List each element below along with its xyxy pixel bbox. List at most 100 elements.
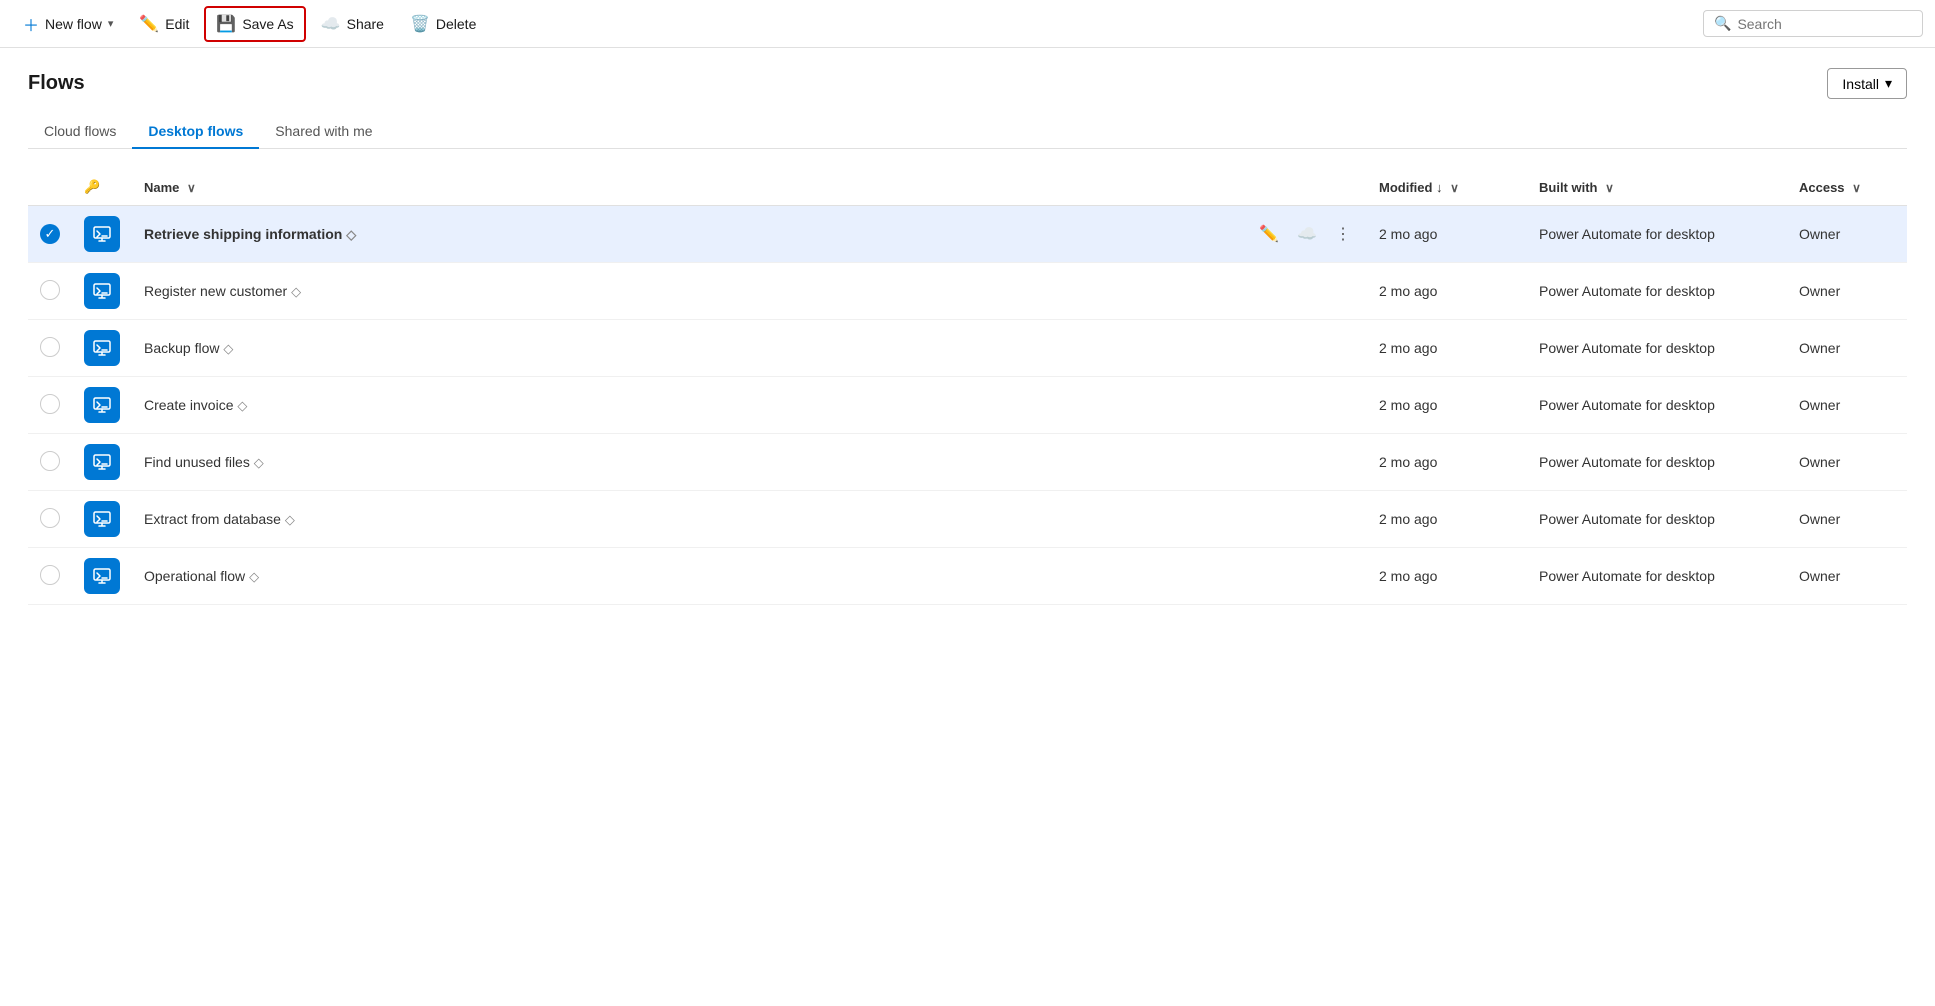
row-flow-icon (72, 206, 132, 263)
share-button[interactable]: ☁️ Share (310, 7, 395, 41)
col-header-modified[interactable]: Modified ↓ ∨ (1367, 169, 1527, 206)
check-empty-icon (40, 394, 60, 414)
table-row[interactable]: Create invoice ◇2 mo agoPower Automate f… (28, 377, 1907, 434)
check-empty-icon (40, 451, 60, 471)
row-flow-icon (72, 377, 132, 434)
search-input[interactable] (1737, 16, 1912, 32)
delete-icon: 🗑️ (410, 14, 430, 34)
row-action-buttons: ✏️ ☁️ ⋮ (1255, 222, 1355, 246)
sort-built-icon: ∨ (1605, 181, 1614, 195)
check-empty-icon (40, 280, 60, 300)
desktop-flow-icon (84, 273, 120, 309)
row-access: Owner (1787, 548, 1907, 605)
flow-name-text: Extract from database ◇ (144, 511, 295, 527)
table-row[interactable]: Operational flow ◇2 mo agoPower Automate… (28, 548, 1907, 605)
sort-access-icon: ∨ (1852, 181, 1861, 195)
row-built-with: Power Automate for desktop (1527, 377, 1787, 434)
edit-label: Edit (165, 16, 189, 32)
desktop-flow-icon (84, 501, 120, 537)
edit-button[interactable]: ✏️ Edit (128, 7, 200, 41)
row-flow-icon (72, 320, 132, 377)
save-as-icon: 💾 (216, 14, 236, 34)
row-access: Owner (1787, 377, 1907, 434)
row-built-with: Power Automate for desktop (1527, 548, 1787, 605)
row-name[interactable]: Find unused files ◇ (132, 434, 1367, 491)
plus-icon: ＋ (23, 12, 39, 36)
new-flow-label: New flow (45, 16, 102, 32)
row-checkbox[interactable] (28, 548, 72, 605)
row-name[interactable]: Create invoice ◇ (132, 377, 1367, 434)
row-checkbox[interactable] (28, 377, 72, 434)
row-checkbox[interactable] (28, 320, 72, 377)
desktop-flow-icon (84, 387, 120, 423)
flow-name-text: Backup flow ◇ (144, 340, 233, 356)
tab-desktop-flows[interactable]: Desktop flows (132, 115, 259, 149)
page-title: Flows (28, 72, 85, 95)
row-modified: 2 mo ago (1367, 206, 1527, 263)
row-built-with: Power Automate for desktop (1527, 206, 1787, 263)
col-header-built-with[interactable]: Built with ∨ (1527, 169, 1787, 206)
table-row[interactable]: Register new customer ◇2 mo agoPower Aut… (28, 263, 1907, 320)
row-modified: 2 mo ago (1367, 434, 1527, 491)
row-name[interactable]: Backup flow ◇ (132, 320, 1367, 377)
row-more-button[interactable]: ⋮ (1331, 222, 1355, 246)
table-row[interactable]: Extract from database ◇2 mo agoPower Aut… (28, 491, 1907, 548)
premium-icon: ◇ (237, 398, 247, 413)
sort-modified-icon: ∨ (1450, 181, 1459, 195)
premium-icon: ◇ (249, 569, 259, 584)
row-checkbox[interactable] (28, 263, 72, 320)
delete-label: Delete (436, 16, 476, 32)
row-name[interactable]: Register new customer ◇ (132, 263, 1367, 320)
row-access: Owner (1787, 206, 1907, 263)
row-flow-icon (72, 548, 132, 605)
desktop-flow-icon (84, 444, 120, 480)
check-empty-icon (40, 337, 60, 357)
row-checkbox[interactable]: ✓ (28, 206, 72, 263)
row-access: Owner (1787, 320, 1907, 377)
table-header-row: 🔑 Name ∨ Modified ↓ ∨ Built with ∨ Acces… (28, 169, 1907, 206)
row-checkbox[interactable] (28, 491, 72, 548)
flows-table: 🔑 Name ∨ Modified ↓ ∨ Built with ∨ Acces… (28, 169, 1907, 605)
tab-shared-with-me[interactable]: Shared with me (259, 115, 388, 149)
row-flow-icon (72, 263, 132, 320)
save-as-button[interactable]: 💾 Save As (204, 6, 305, 42)
tab-cloud-flows[interactable]: Cloud flows (28, 115, 132, 149)
table-row[interactable]: Find unused files ◇ 2 mo agoPower Automat… (28, 434, 1907, 491)
col-header-name[interactable]: Name ∨ (132, 169, 1367, 206)
delete-button[interactable]: 🗑️ Delete (399, 7, 487, 41)
row-name[interactable]: Retrieve shipping information ◇ ✏️ ☁️ ⋮ (132, 206, 1367, 263)
table-row[interactable]: ✓ Retrieve shipping information ◇ ✏️ ☁️ … (28, 206, 1907, 263)
main-content: Flows Install ▾ Cloud flows Desktop flow… (0, 48, 1935, 625)
row-checkbox[interactable] (28, 434, 72, 491)
premium-icon: ◇ (223, 341, 233, 356)
row-share-button[interactable]: ☁️ (1293, 222, 1321, 246)
desktop-flow-icon (84, 216, 120, 252)
row-name[interactable]: Extract from database ◇ (132, 491, 1367, 548)
row-access: Owner (1787, 263, 1907, 320)
flow-name-text: Create invoice ◇ (144, 397, 247, 413)
premium-icon: ◇ (291, 284, 301, 299)
row-built-with: Power Automate for desktop (1527, 434, 1787, 491)
row-modified: 2 mo ago (1367, 320, 1527, 377)
row-modified: 2 mo ago (1367, 263, 1527, 320)
edit-icon: ✏️ (139, 14, 159, 34)
flow-name-text: Find unused files ◇ (144, 454, 264, 470)
search-area: 🔍 (1703, 10, 1923, 37)
check-selected-icon: ✓ (40, 224, 60, 244)
premium-icon: ◇ (254, 455, 264, 470)
col-header-access[interactable]: Access ∨ (1787, 169, 1907, 206)
check-empty-icon (40, 565, 60, 585)
row-name[interactable]: Operational flow ◇ (132, 548, 1367, 605)
row-access: Owner (1787, 491, 1907, 548)
key-icon: 🔑 (84, 179, 100, 194)
col-header-icon: 🔑 (72, 169, 132, 206)
row-edit-button[interactable]: ✏️ (1255, 222, 1283, 246)
desktop-flow-icon (84, 330, 120, 366)
table-row[interactable]: Backup flow ◇2 mo agoPower Automate for … (28, 320, 1907, 377)
new-flow-button[interactable]: ＋ New flow ▾ (12, 5, 124, 43)
row-flow-icon (72, 491, 132, 548)
check-empty-icon (40, 508, 60, 528)
search-icon: 🔍 (1714, 15, 1731, 32)
col-header-check (28, 169, 72, 206)
install-button[interactable]: Install ▾ (1827, 68, 1907, 99)
